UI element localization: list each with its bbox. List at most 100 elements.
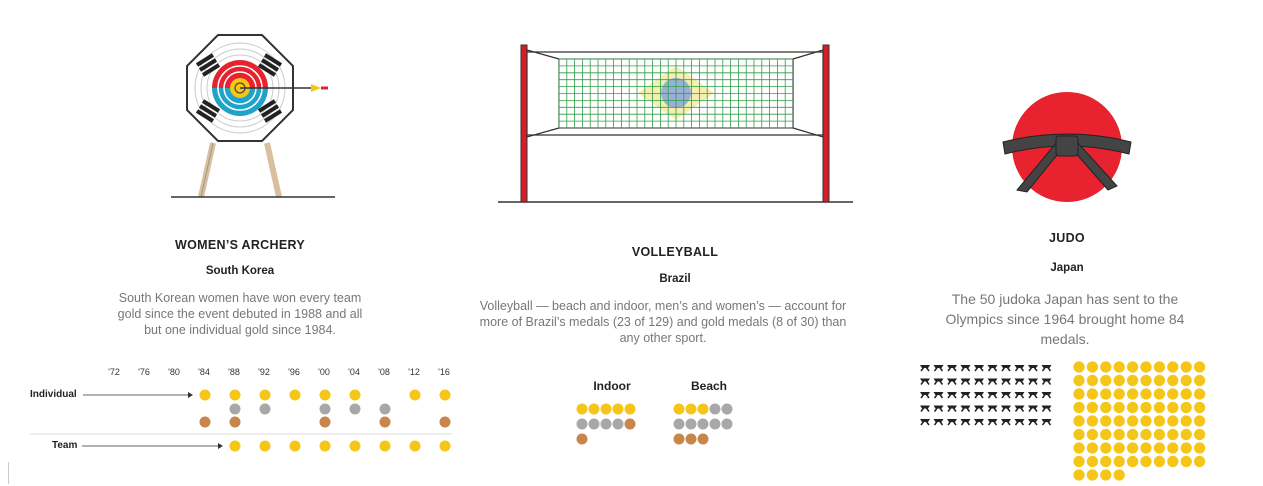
medal-dot xyxy=(1073,455,1085,468)
judoka-belt xyxy=(920,378,930,382)
individual-medal-dot xyxy=(379,403,391,415)
medal-dot xyxy=(1100,388,1112,400)
row-label-individual: Individual xyxy=(30,389,77,400)
judoka-belt xyxy=(1014,392,1025,395)
medal-dot xyxy=(1073,428,1085,441)
judo-description: The 50 judoka Japan has sent to the Olym… xyxy=(945,291,1185,347)
medal-dot xyxy=(1194,442,1206,454)
medal-dot xyxy=(1127,388,1139,400)
judoka-icon xyxy=(1001,405,1011,412)
medal-dot xyxy=(1073,469,1085,481)
judoka-belt xyxy=(974,378,984,382)
medal-dot xyxy=(1167,415,1179,427)
judoka-belt xyxy=(933,419,944,422)
judoka-icon xyxy=(987,419,998,426)
medal-dot xyxy=(1113,428,1125,441)
team-medal-dot xyxy=(259,440,271,452)
medal-dot xyxy=(1140,455,1152,468)
medal-dot xyxy=(1073,442,1085,454)
medal-dot xyxy=(1073,361,1085,373)
medal-dot xyxy=(1086,415,1098,427)
judoka-belt xyxy=(1014,419,1025,422)
judoka-icon xyxy=(947,405,957,412)
judoka-belt xyxy=(987,365,998,368)
judoka-icon xyxy=(947,392,957,399)
individual-medal-dot xyxy=(409,389,421,401)
year-tick-label: '12 xyxy=(408,367,420,377)
medal-dot xyxy=(1073,388,1085,400)
judoka-belt xyxy=(1028,392,1038,395)
medal-dot xyxy=(1100,428,1112,441)
team-medal-dot xyxy=(319,440,331,452)
judoka-icon xyxy=(960,378,971,385)
individual-medal-dot xyxy=(199,416,211,428)
judoka-icon xyxy=(1014,365,1025,372)
individual-medal-dot xyxy=(319,389,331,401)
judoka-icon xyxy=(987,378,998,385)
judoka-belt xyxy=(1001,392,1011,395)
judoka-icon xyxy=(933,419,944,426)
medal-dot xyxy=(1113,374,1125,387)
judoka-icon xyxy=(1028,378,1038,385)
team-medal-dot xyxy=(229,440,241,452)
judoka-belt xyxy=(960,365,971,368)
individual-medal-dot xyxy=(319,416,331,428)
judoka-icon xyxy=(1028,392,1038,399)
indoor-medal-dot xyxy=(612,418,624,430)
judoka-belt xyxy=(947,392,957,395)
judoka-icon xyxy=(920,378,930,385)
medal-dot xyxy=(1127,361,1139,373)
judoka-belt xyxy=(1014,365,1025,368)
medal-dot xyxy=(1167,442,1179,454)
medal-dot xyxy=(1194,361,1206,373)
medal-dot xyxy=(1153,428,1165,441)
medal-dot xyxy=(1100,361,1112,373)
year-tick-label: '80 xyxy=(168,367,180,377)
judoka-belt xyxy=(1014,378,1025,382)
medal-dot xyxy=(1167,401,1179,414)
medal-dot xyxy=(1113,415,1125,427)
judoka-icon xyxy=(974,419,984,426)
medal-dot xyxy=(1086,469,1098,481)
medal-dot xyxy=(1100,455,1112,468)
individual-medal-dot xyxy=(229,403,241,415)
individual-medal-dot xyxy=(259,403,271,415)
row-label-team: Team xyxy=(52,440,77,451)
medal-dot xyxy=(1180,455,1192,468)
medal-dot xyxy=(1153,415,1165,427)
series-label-beach: Beach xyxy=(691,379,727,393)
medal-dot xyxy=(1194,374,1206,387)
medal-dot xyxy=(1167,428,1179,441)
judoka-icon xyxy=(987,405,998,412)
judoka-icon xyxy=(987,392,998,399)
volleyball-medal-chart: Indoor Beach xyxy=(576,379,733,445)
judoka-belt xyxy=(920,419,930,422)
medal-dot xyxy=(1113,401,1125,414)
medal-dot xyxy=(1194,428,1206,441)
indoor-medal-dot xyxy=(600,403,612,415)
archery-illustration xyxy=(171,34,335,198)
medal-dot xyxy=(1153,455,1165,468)
individual-medal-dot xyxy=(259,389,271,401)
beach-medal-dot xyxy=(685,418,697,430)
judoka-belt xyxy=(947,419,957,422)
medal-dot xyxy=(1073,415,1085,427)
judoka-icon xyxy=(920,419,930,426)
medal-dot xyxy=(1086,388,1098,400)
medal-dot xyxy=(1127,442,1139,454)
judoka-icon xyxy=(1028,419,1038,426)
judoka-belt xyxy=(1028,419,1038,422)
medal-dot xyxy=(1153,361,1165,373)
judoka-icon xyxy=(1001,419,1011,426)
medal-dot xyxy=(1086,442,1098,454)
medal-dot xyxy=(1153,442,1165,454)
individual-medal-dot xyxy=(439,416,451,428)
medal-dot xyxy=(1167,374,1179,387)
year-tick-label: '76 xyxy=(138,367,150,377)
medal-dot xyxy=(1100,401,1112,414)
archery-description: South Korean women have won every team g… xyxy=(117,291,363,337)
year-tick-label: '08 xyxy=(378,367,390,377)
judoka-icon xyxy=(960,365,971,372)
medal-dot xyxy=(1140,401,1152,414)
judoka-icon xyxy=(974,378,984,385)
